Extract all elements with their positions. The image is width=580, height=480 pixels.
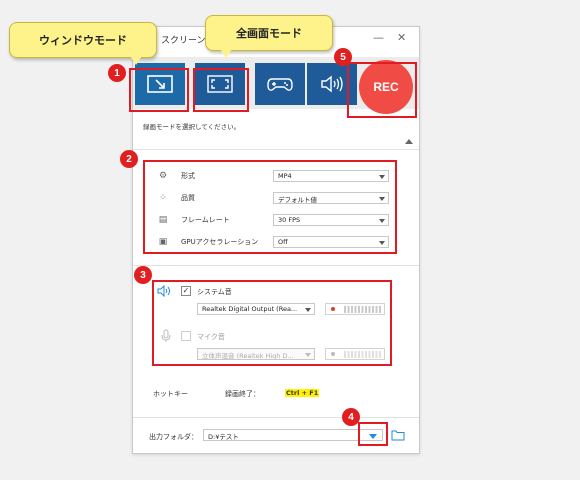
window-title: スクリーン xyxy=(161,36,206,46)
divider xyxy=(133,149,419,150)
annotation-badge-4: 4 xyxy=(342,408,360,426)
annotation-box-settings xyxy=(143,160,397,254)
annotation-badge-1: 1 xyxy=(108,64,126,82)
close-button[interactable]: ✕ xyxy=(397,31,406,44)
hotkey-label: ホットキー xyxy=(153,390,188,398)
annotation-box-audio xyxy=(152,280,392,366)
minimize-button[interactable]: — xyxy=(373,31,384,44)
callout-fullscreen-mode-text: 全画面モード xyxy=(236,27,302,40)
callout-tail xyxy=(130,56,142,65)
annotation-box-fullscreen xyxy=(193,68,249,112)
output-folder-label: 出力フォルダ： xyxy=(149,433,198,441)
hotkey-action: 録画終了： xyxy=(225,390,260,398)
callout-fullscreen-mode: 全画面モード xyxy=(205,15,333,58)
annotation-badge-2: 2 xyxy=(120,150,138,168)
output-path-field[interactable]: D:¥テスト xyxy=(203,429,383,441)
divider xyxy=(133,265,419,266)
speaker-icon xyxy=(321,75,343,93)
output-path-value: D:¥テスト xyxy=(208,433,239,441)
annotation-box-rec xyxy=(347,62,417,118)
folder-icon[interactable] xyxy=(391,429,405,441)
callout-window-mode: ウィンドウモード xyxy=(9,22,157,65)
hotkey-keys[interactable]: Ctrl + F1 xyxy=(285,389,320,397)
divider xyxy=(133,417,419,418)
annotation-badge-5: 5 xyxy=(334,48,352,66)
mode-hint-text: 録画モードを選択してください。 xyxy=(143,123,241,131)
annotation-badge-3: 3 xyxy=(134,266,152,284)
annotation-box-output-dropdown xyxy=(358,422,388,446)
gamepad-icon xyxy=(267,78,293,91)
callout-tail xyxy=(220,49,232,58)
game-mode-button[interactable] xyxy=(255,63,305,105)
callout-window-mode-text: ウィンドウモード xyxy=(39,34,127,47)
collapse-arrow-icon[interactable] xyxy=(405,139,413,144)
annotation-box-window-mode xyxy=(129,68,189,112)
